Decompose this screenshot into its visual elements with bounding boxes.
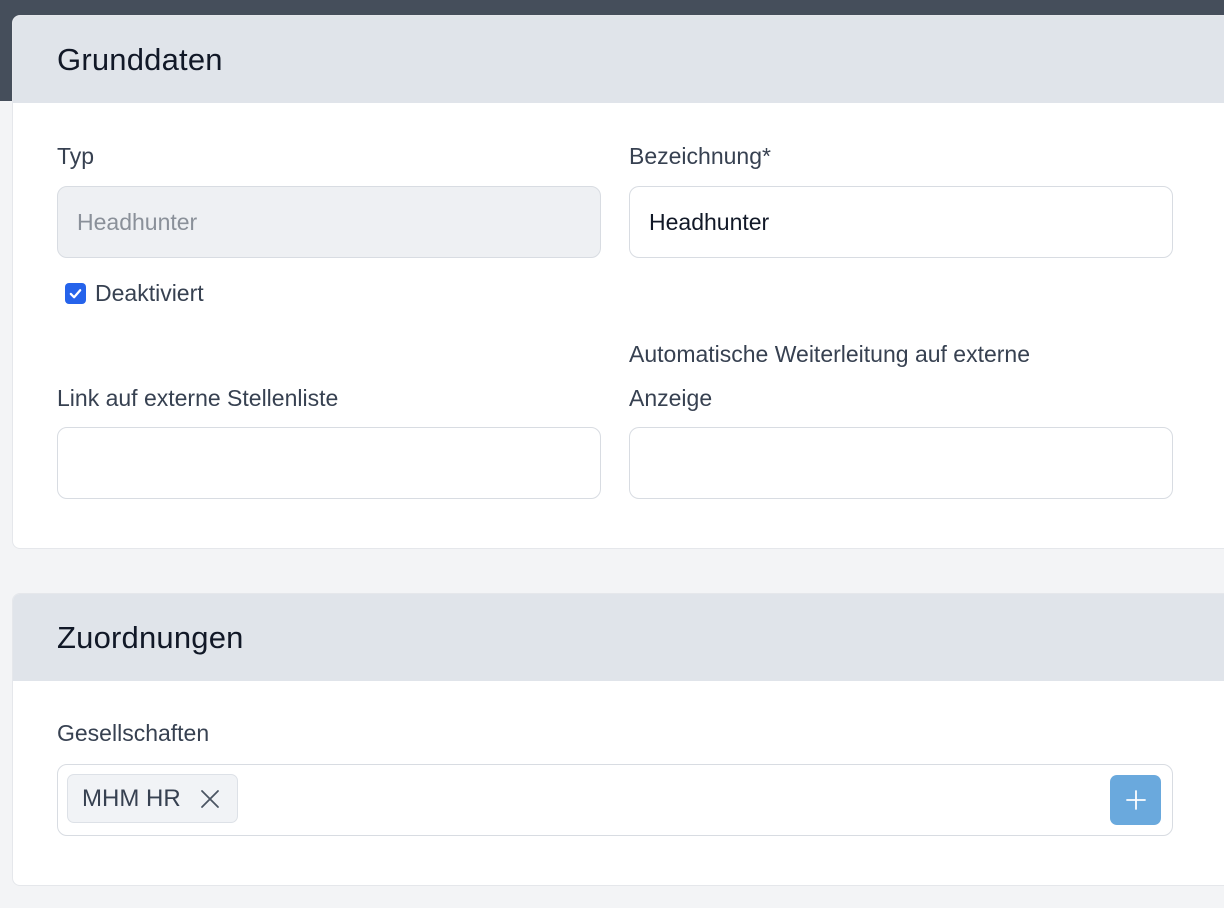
tag-mhm-hr: MHM HR [67, 774, 238, 823]
grunddaten-header: Grunddaten [13, 16, 1224, 103]
zuordnungen-header: Zuordnungen [13, 594, 1224, 681]
close-icon[interactable] [199, 788, 221, 810]
grunddaten-card: Grunddaten Typ Headhunter Bezeichnung* D… [12, 15, 1224, 549]
weiterleitung-input[interactable] [629, 427, 1173, 499]
link-label: Link auf externe Stellenliste [57, 385, 339, 411]
deaktiviert-label: Deaktiviert [95, 280, 204, 306]
link-input[interactable] [57, 427, 601, 499]
add-gesellschaft-button[interactable] [1110, 775, 1161, 825]
deaktiviert-checkbox-row[interactable]: Deaktiviert [65, 280, 204, 307]
grunddaten-title: Grunddaten [57, 41, 223, 77]
zuordnungen-card: Zuordnungen Gesellschaften MHM HR [12, 593, 1224, 886]
gesellschaften-label: Gesellschaften [57, 720, 210, 746]
weiterleitung-label-line1: Automatische Weiterleitung auf externe [629, 341, 1031, 367]
deaktiviert-checkbox[interactable] [65, 283, 86, 304]
typ-label: Typ [57, 143, 95, 169]
bezeichnung-label: Bezeichnung* [629, 143, 771, 169]
weiterleitung-label-line2: Anzeige [629, 385, 713, 411]
check-icon [69, 289, 82, 299]
bezeichnung-input[interactable] [629, 186, 1173, 258]
typ-field: Headhunter [57, 186, 601, 258]
tag-label: MHM HR [82, 784, 181, 812]
gesellschaften-tag-input[interactable]: MHM HR [57, 764, 1173, 836]
zuordnungen-title: Zuordnungen [57, 619, 244, 655]
plus-icon [1125, 790, 1146, 810]
